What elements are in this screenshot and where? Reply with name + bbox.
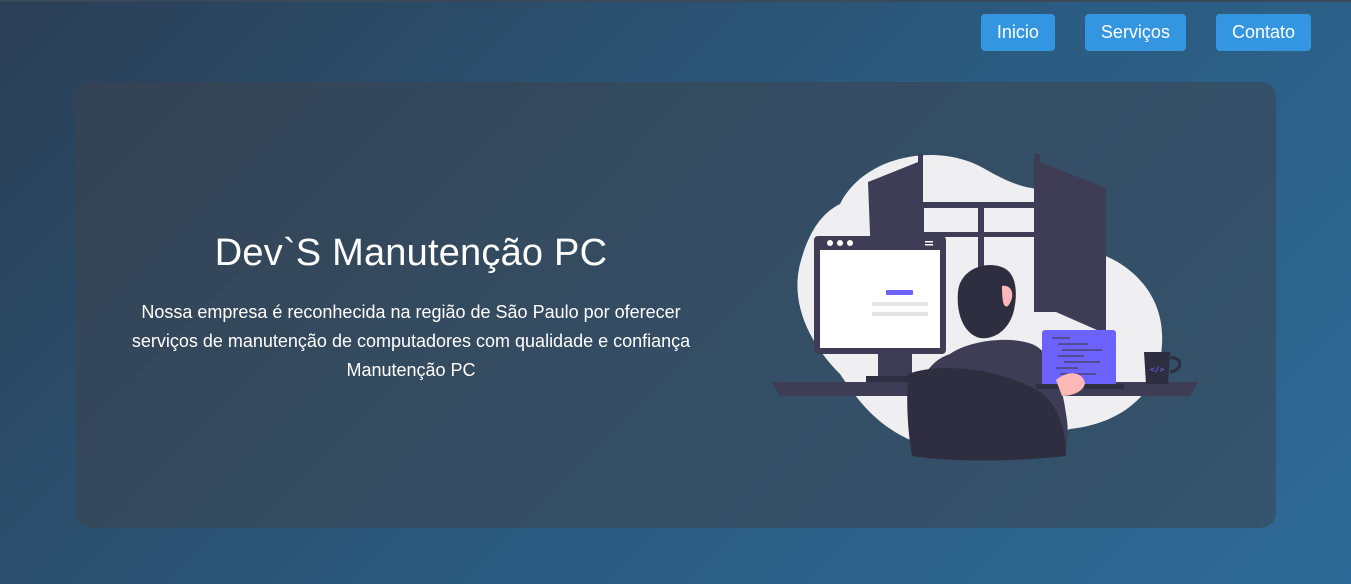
nav-servicos-button[interactable]: Serviços [1084,14,1186,51]
nav-contato-button[interactable]: Contato [1215,14,1311,51]
nav-inicio-button[interactable]: Inicio [980,14,1055,51]
screen-accent-bar [886,290,913,295]
developer-at-desk-illustration: </> [772,154,1198,461]
hero-title: Dev`S Manutenção PC [214,232,608,274]
hero-description: Nossa empresa é reconhecida na região de… [131,302,691,380]
hero-card: Dev`S Manutenção PC Nossa empresa é reco… [76,82,1276,528]
top-border [0,0,1351,2]
monitor-screen [820,250,940,348]
top-navigation: Inicio Serviços Contato [980,14,1311,51]
right-curtain [1034,154,1106,334]
hero-text-block: Dev`S Manutenção PC Nossa empresa é reco… [116,230,706,385]
svg-text:</>: </> [1150,365,1165,374]
